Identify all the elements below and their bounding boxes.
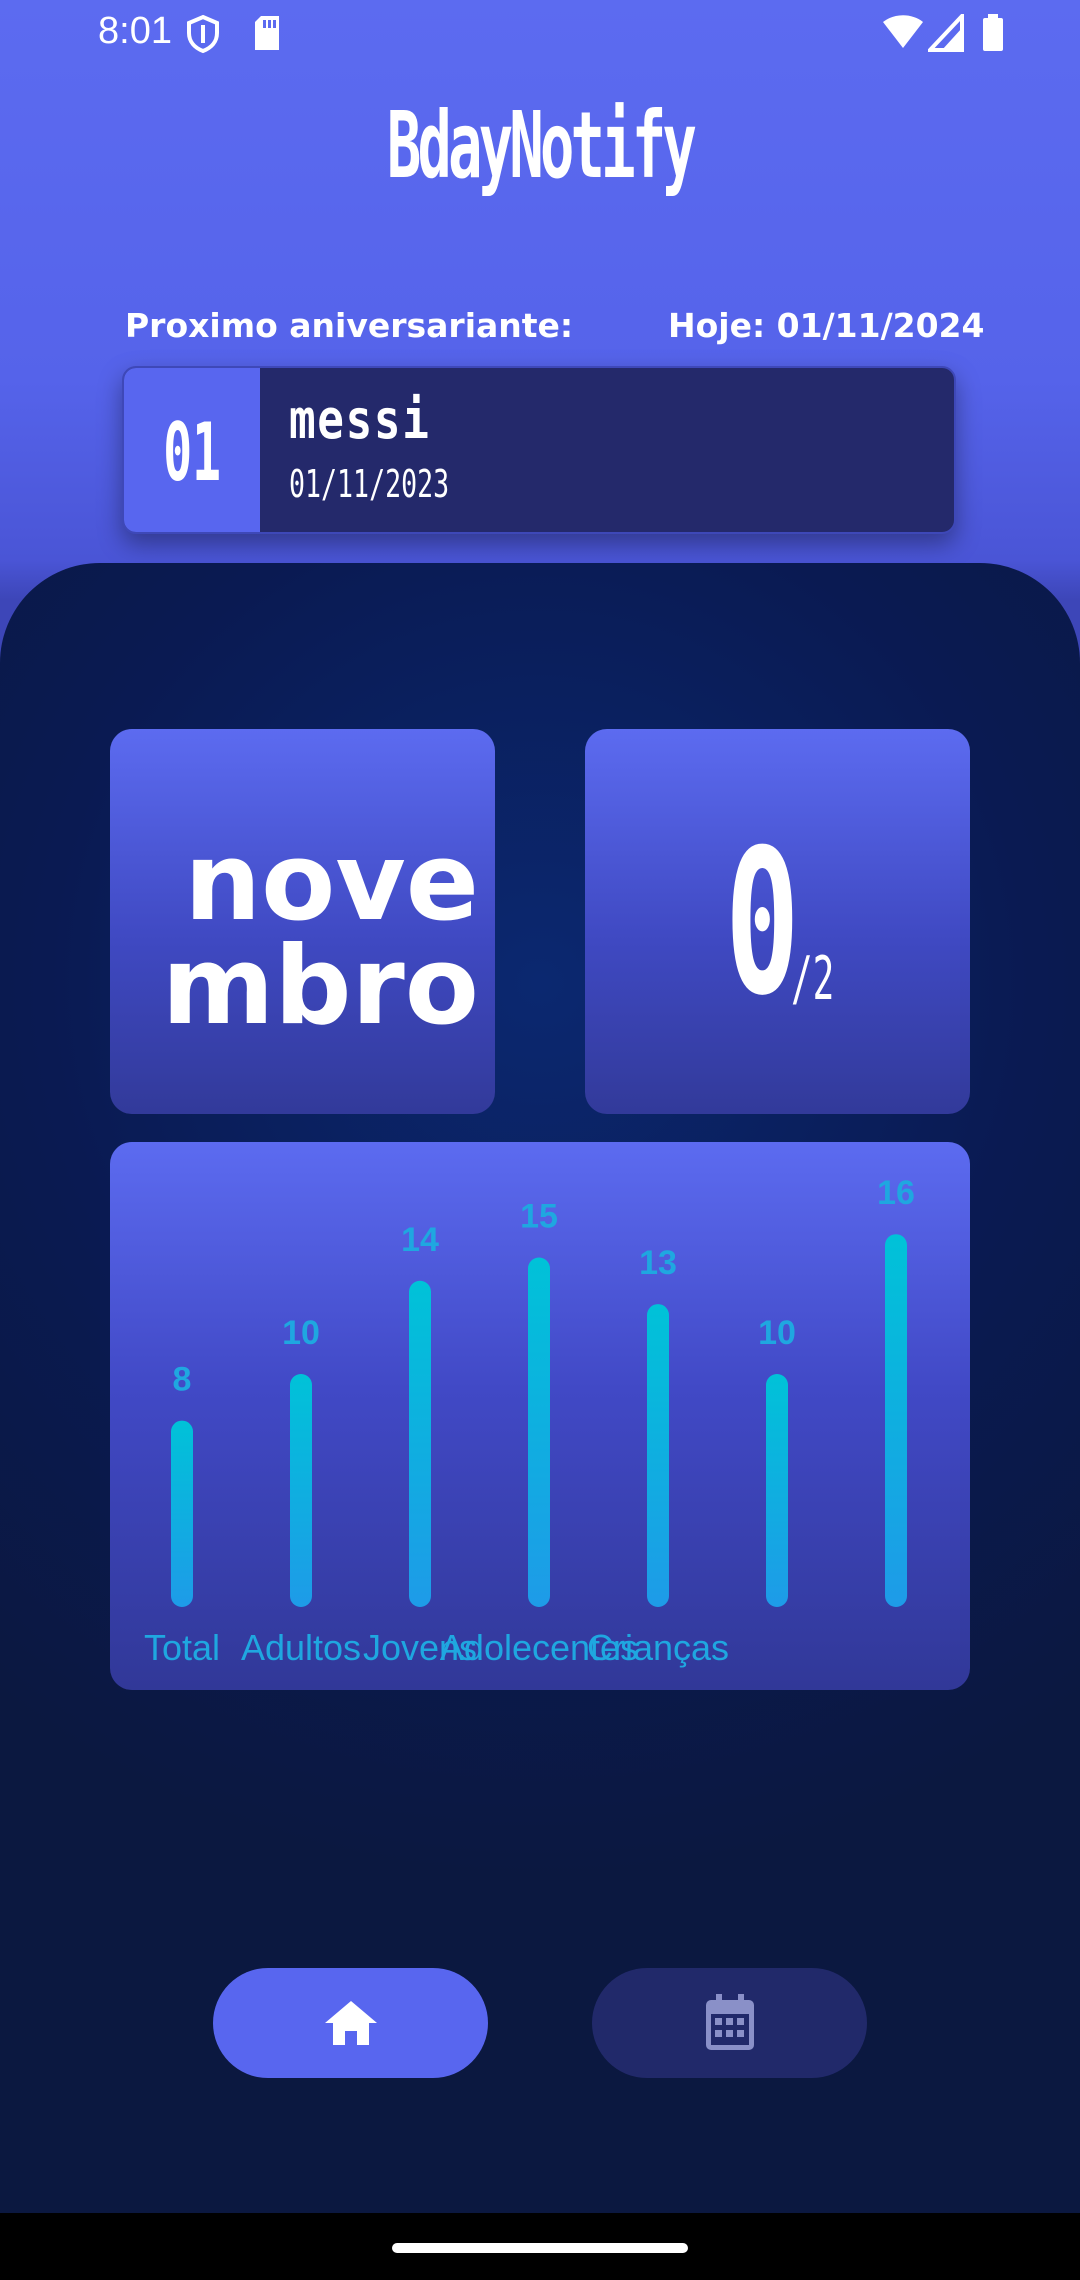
month-name: novembro (161, 820, 479, 1049)
calendar-icon (705, 1994, 754, 2050)
chart-bar (409, 1280, 431, 1607)
chart-bar (528, 1257, 550, 1607)
chart-bar (171, 1420, 193, 1607)
battery-icon (982, 14, 1004, 56)
chart-value-label: 10 (282, 1314, 320, 1352)
birthday-count-tile: 0 /2 (585, 729, 970, 1114)
age-group-chart: 8 Total 10 Adultos 14 Jovens 15 Adolecentes 13 Cr… (110, 1142, 970, 1690)
next-birthday-day: 01 (124, 368, 260, 532)
next-birthday-date: 01/11/2023 (289, 462, 450, 506)
today-date-label: Hoje: 01/11/2024 (668, 306, 985, 345)
chart-value-label: 16 (877, 1174, 915, 1212)
next-birthday-name: messi (289, 388, 431, 451)
sd-card-icon (252, 14, 282, 56)
month-tile: novembro (110, 729, 495, 1114)
next-birthday-card[interactable]: 01 messi 01/11/2023 (122, 366, 956, 534)
chart-value-label: 15 (520, 1198, 558, 1236)
chart-svg: 8Total10Adultos14Jovens15Adolecentes13Cr… (144, 1174, 915, 1668)
chart-bar (290, 1374, 312, 1607)
nav-calendar-button[interactable] (592, 1968, 867, 2078)
chart-value-label: 8 (173, 1361, 192, 1399)
chart-bar (647, 1304, 669, 1607)
chart-bar (766, 1374, 788, 1607)
wifi-icon (882, 14, 924, 54)
nav-home-button[interactable] (213, 1968, 488, 2078)
app-title: BdayNotify (386, 92, 697, 199)
home-indicator[interactable] (392, 2243, 688, 2253)
chart-value-label: 13 (639, 1244, 677, 1282)
signal-icon (925, 10, 964, 56)
chart-value-label: 10 (758, 1314, 796, 1352)
status-time: 8:01 (98, 10, 172, 52)
home-icon (324, 2001, 377, 2045)
chart-value-label: 14 (401, 1221, 439, 1259)
birthday-count: 0 (725, 807, 800, 1040)
chart-category-label: Total (144, 1627, 220, 1668)
chart-category-label: Crianças (587, 1627, 729, 1668)
chart-bar (885, 1234, 907, 1607)
status-bar: 8:01 (0, 0, 1080, 70)
next-birthday-label: Proximo aniversariante: (125, 306, 574, 345)
birthday-total: /2 (791, 944, 835, 1014)
chart-category-label: Adultos (241, 1627, 361, 1668)
shield-icon (186, 14, 220, 58)
